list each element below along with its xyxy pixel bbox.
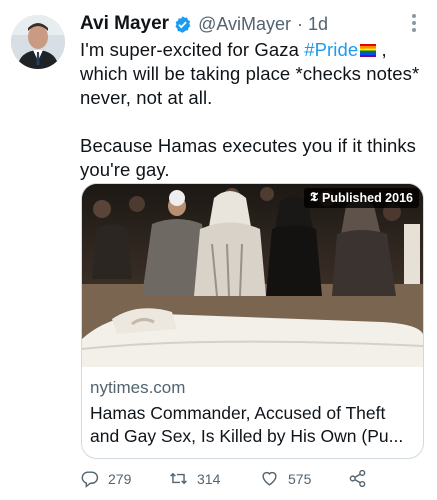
nyt-logo-icon: 𝕿 xyxy=(310,190,318,205)
tweet-text-rest: which will be taking place *checks notes… xyxy=(80,63,420,108)
link-card[interactable]: 𝕿 Published 2016 nytimes.com Hamas Comma… xyxy=(81,183,424,459)
tweet-text-paragraph2: Because Hamas executes you if it thinks … xyxy=(80,135,417,180)
retweet-button[interactable]: 314 xyxy=(169,469,220,488)
more-options-icon[interactable] xyxy=(411,14,417,36)
timestamp[interactable]: · 1d xyxy=(297,14,328,35)
published-badge: 𝕿 Published 2016 xyxy=(304,188,419,208)
card-title-line1: Hamas Commander, Accused of Theft xyxy=(90,403,386,423)
tweet-text-line1: I'm super-excited for Gaza xyxy=(80,39,305,60)
published-label: Published 2016 xyxy=(321,190,413,205)
tweet-text: I'm super-excited for Gaza #Pride , whic… xyxy=(80,38,425,182)
avatar-image xyxy=(11,15,65,69)
share-button[interactable] xyxy=(348,469,376,488)
share-icon xyxy=(349,469,366,488)
card-domain: nytimes.com xyxy=(90,378,186,397)
rainbow-flag-icon xyxy=(360,44,377,57)
retweet-count: 314 xyxy=(197,470,221,487)
retweet-icon xyxy=(170,472,187,485)
tweet-text-line1-end: , xyxy=(376,39,387,60)
reply-count: 279 xyxy=(108,470,132,487)
author-handle[interactable]: @AviMayer xyxy=(198,14,291,35)
author-avatar[interactable] xyxy=(11,15,65,69)
card-title-line2: and Gay Sex, Is Killed by His Own (Pu... xyxy=(90,426,404,446)
reply-icon xyxy=(81,471,99,488)
hashtag-link[interactable]: #Pride xyxy=(304,39,358,60)
reply-button[interactable]: 279 xyxy=(80,469,131,488)
display-name[interactable]: Avi Mayer xyxy=(80,13,169,35)
article-photo: 𝕿 Published 2016 xyxy=(82,184,423,367)
tweet-header: Avi Mayer @AviMayer · 1d xyxy=(80,11,328,37)
like-count: 575 xyxy=(288,470,312,487)
like-icon xyxy=(262,471,277,486)
like-button[interactable]: 575 xyxy=(260,469,311,488)
tweet-actions: 279 314 575 xyxy=(80,469,400,491)
verified-badge-icon xyxy=(175,15,191,33)
